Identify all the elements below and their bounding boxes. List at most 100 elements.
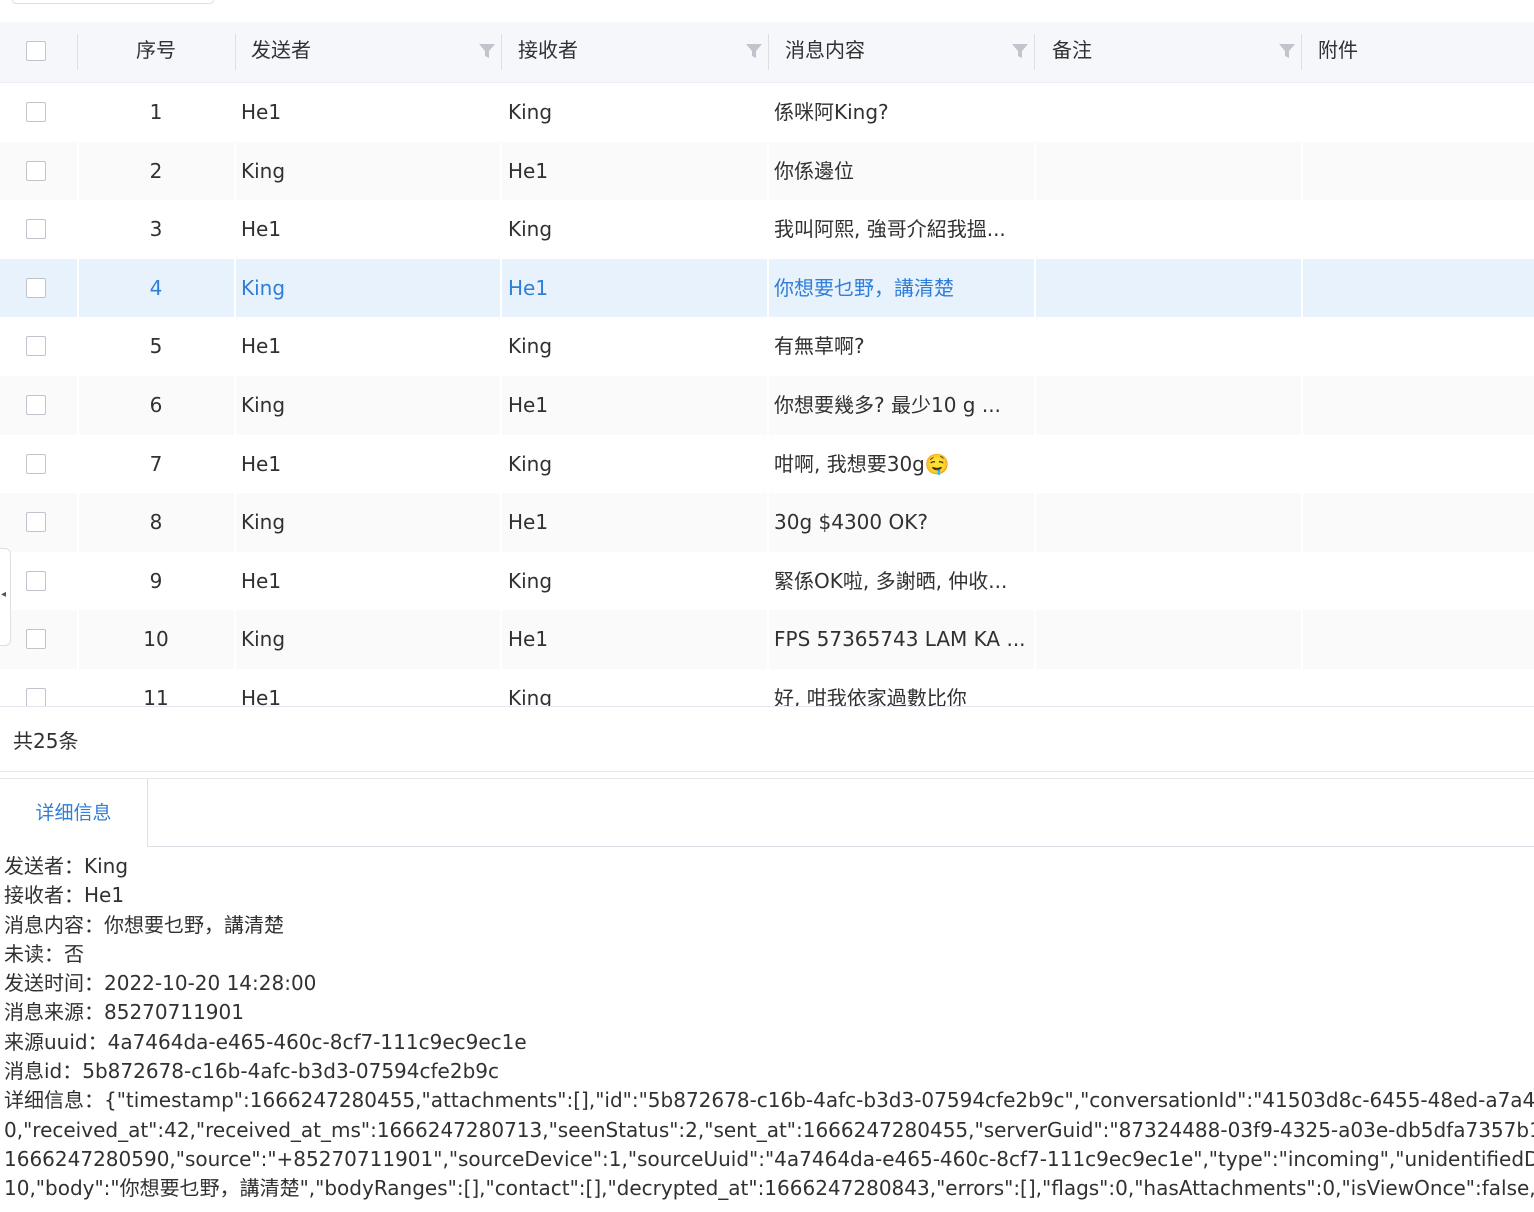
cell-sender: King bbox=[241, 510, 286, 535]
table-row[interactable]: 6 King He1 你想要幾多? 最少10 g ... bbox=[0, 376, 1534, 435]
cell-divider bbox=[234, 200, 236, 259]
column-header-remark[interactable]: 备注 bbox=[1052, 22, 1092, 82]
table-row[interactable]: 3 He1 King 我叫阿熙, 強哥介紹我搵... bbox=[0, 200, 1534, 259]
cell-divider bbox=[767, 434, 769, 494]
collapse-handle[interactable]: ◂ bbox=[0, 548, 11, 646]
tab-details[interactable]: 详细信息 bbox=[0, 779, 148, 847]
detail-line: 消息来源：85270711901 bbox=[4, 1000, 244, 1025]
row-checkbox[interactable] bbox=[26, 277, 46, 298]
top-toolbar bbox=[0, 0, 1534, 23]
table-row[interactable]: 9 He1 King 緊係OK啦, 多謝晒, 仲收... bbox=[0, 551, 1534, 611]
cell-divider bbox=[1301, 493, 1303, 552]
cell-sender: He1 bbox=[241, 568, 282, 593]
filter-icon[interactable] bbox=[1278, 42, 1296, 60]
row-checkbox[interactable] bbox=[26, 453, 46, 474]
cell-receiver: King bbox=[508, 217, 553, 242]
cell-divider bbox=[234, 258, 236, 318]
detail-line: 发送者：King bbox=[4, 854, 129, 878]
cell-divider bbox=[767, 551, 769, 611]
cell-sender: He1 bbox=[241, 686, 282, 706]
cell-sender: King bbox=[241, 393, 286, 417]
cell-divider bbox=[1301, 551, 1303, 611]
table-row[interactable]: 5 He1 King 有無草啊? bbox=[0, 317, 1534, 376]
column-header-index[interactable]: 序号 bbox=[78, 22, 234, 82]
total-count: 共25条 bbox=[13, 729, 79, 753]
message-table: 序号 发送者 接收者 消息内容 备注 附件 1 He1 King 係咪阿King? 2 K… bbox=[0, 22, 1534, 706]
cell-sender: He1 bbox=[241, 451, 282, 476]
cell-receiver: King bbox=[508, 334, 553, 359]
table-row[interactable]: 8 King He1 30g $4300 OK? bbox=[0, 493, 1534, 552]
cell-divider bbox=[1034, 141, 1036, 201]
cell-content: 係咪阿King? bbox=[774, 100, 889, 124]
cell-sender: He1 bbox=[241, 334, 282, 359]
cell-divider bbox=[1301, 200, 1303, 259]
filter-icon[interactable] bbox=[1011, 42, 1029, 60]
cell-receiver: He1 bbox=[508, 275, 549, 300]
collapse-arrow-icon: ◂ bbox=[1, 589, 7, 600]
cell-index: 9 bbox=[149, 568, 163, 593]
cell-index: 6 bbox=[149, 393, 163, 417]
table-row[interactable]: 10 King He1 FPS 57365743 LAM KA ... bbox=[0, 610, 1534, 669]
row-checkbox[interactable] bbox=[26, 688, 46, 706]
cell-divider bbox=[1034, 200, 1036, 259]
row-checkbox[interactable] bbox=[26, 219, 46, 240]
cell-content: 咁啊, 我想要30g🤤 bbox=[774, 451, 950, 476]
cell-receiver: He1 bbox=[508, 158, 549, 183]
cell-divider bbox=[500, 434, 502, 494]
column-header-sender[interactable]: 发送者 bbox=[251, 22, 311, 82]
cell-receiver: King bbox=[508, 568, 553, 593]
cell-divider bbox=[767, 200, 769, 259]
cell-divider bbox=[500, 83, 502, 142]
cell-divider bbox=[1034, 551, 1036, 611]
cell-divider bbox=[1301, 83, 1303, 142]
filter-icon[interactable] bbox=[478, 42, 496, 60]
cell-content: 有無草啊? bbox=[774, 334, 865, 359]
table-row[interactable]: 1 He1 King 係咪阿King? bbox=[0, 83, 1534, 142]
cell-index: 2 bbox=[149, 158, 163, 183]
filter-icon[interactable] bbox=[745, 42, 763, 60]
cell-divider bbox=[500, 610, 502, 669]
column-divider bbox=[235, 34, 236, 70]
row-checkbox[interactable] bbox=[26, 629, 46, 650]
column-divider bbox=[501, 34, 502, 70]
cell-divider bbox=[500, 376, 502, 435]
cell-divider bbox=[1301, 317, 1303, 376]
detail-content: 发送者：King 接收者：He1 消息内容：你想要乜野，講清楚 未读：否 发送时间：20… bbox=[4, 852, 1534, 1204]
cell-divider bbox=[234, 669, 236, 706]
cell-content: 30g $4300 OK? bbox=[774, 510, 928, 535]
column-header-attachment[interactable]: 附件 bbox=[1318, 22, 1358, 82]
cell-content: 你想要幾多? 最少10 g ... bbox=[774, 393, 1001, 417]
row-checkbox[interactable] bbox=[26, 102, 46, 122]
cell-content: 好, 咁我依家過數比你 bbox=[774, 686, 967, 706]
cell-receiver: King bbox=[508, 451, 553, 476]
cell-index: 10 bbox=[143, 627, 169, 652]
detail-line: 10,"body":"你想要乜野，講清楚","bodyRanges":[],"c… bbox=[4, 1176, 1534, 1201]
detail-line: 发送时间：2022-10-20 14:28:00 bbox=[4, 971, 317, 996]
column-header-receiver[interactable]: 接收者 bbox=[518, 22, 578, 82]
cell-receiver: King bbox=[508, 686, 553, 706]
row-checkbox[interactable] bbox=[26, 395, 46, 415]
table-row[interactable]: 11 He1 King 好, 咁我依家過數比你 bbox=[0, 669, 1534, 706]
detail-line: 详细信息：{"timestamp":1666247280455,"attachm… bbox=[4, 1088, 1534, 1113]
table-row[interactable]: 7 He1 King 咁啊, 我想要30g🤤 bbox=[0, 434, 1534, 494]
detail-tabbar: 详细信息 bbox=[0, 779, 1534, 847]
cell-divider bbox=[1034, 610, 1036, 669]
search-input[interactable] bbox=[12, 0, 214, 4]
table-row[interactable]: 4 King He1 你想要乜野，講清楚 bbox=[0, 258, 1534, 318]
row-checkbox[interactable] bbox=[26, 512, 46, 533]
cell-receiver: King bbox=[508, 100, 553, 124]
select-all-checkbox[interactable] bbox=[26, 41, 46, 61]
row-checkbox[interactable] bbox=[26, 336, 46, 357]
cell-divider bbox=[767, 83, 769, 142]
cell-divider bbox=[767, 258, 769, 318]
table-row[interactable]: 2 King He1 你係邊位 bbox=[0, 141, 1534, 201]
cell-divider bbox=[1301, 434, 1303, 494]
cell-content: 你想要乜野，講清楚 bbox=[774, 275, 954, 300]
cell-divider bbox=[767, 669, 769, 706]
cell-divider bbox=[1301, 258, 1303, 318]
detail-line: 未读：否 bbox=[4, 941, 84, 966]
column-header-content[interactable]: 消息内容 bbox=[785, 22, 865, 82]
row-checkbox[interactable] bbox=[26, 570, 46, 591]
cell-divider bbox=[500, 258, 502, 318]
row-checkbox[interactable] bbox=[26, 160, 46, 181]
